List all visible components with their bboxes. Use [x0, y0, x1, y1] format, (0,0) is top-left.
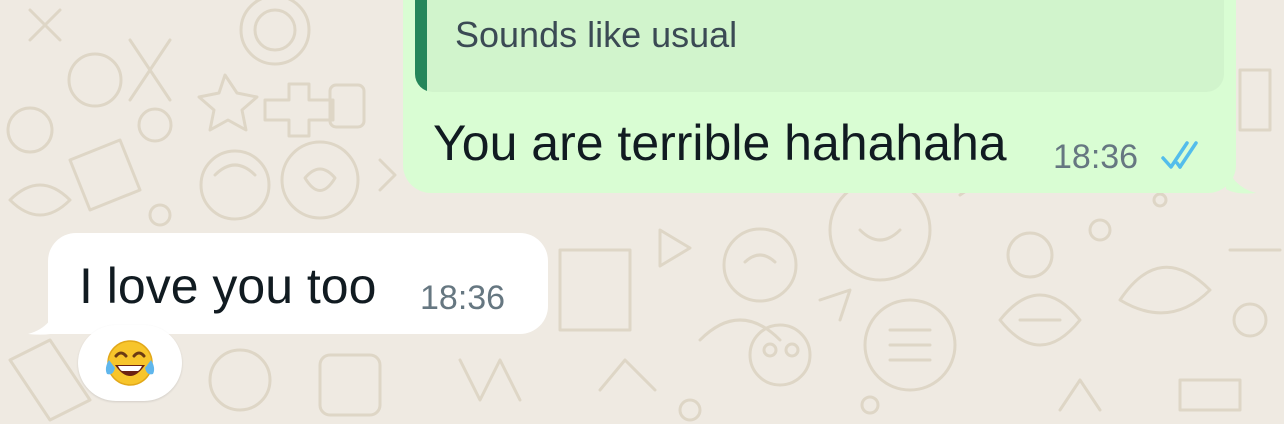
quote-accent-bar: [415, 0, 427, 92]
incoming-message-text: I love you too: [79, 258, 377, 314]
incoming-message-bubble[interactable]: I love you too 18:36: [48, 233, 548, 334]
face-with-tears-of-joy-emoji-icon: [105, 340, 155, 386]
incoming-message-time: 18:36: [420, 279, 506, 317]
message-reaction[interactable]: [78, 325, 182, 401]
double-check-read-icon: [1161, 141, 1198, 169]
quoted-message[interactable]: Sounds like usual: [415, 0, 1224, 92]
outgoing-message-bubble[interactable]: Sounds like usual You are terrible hahah…: [403, 0, 1236, 193]
outgoing-bubble-tail: [1226, 160, 1256, 194]
outgoing-message-time: 18:36: [1053, 138, 1139, 176]
outgoing-message-text: You are terrible hahahaha: [433, 115, 1007, 171]
quoted-message-text: Sounds like usual: [455, 14, 738, 55]
